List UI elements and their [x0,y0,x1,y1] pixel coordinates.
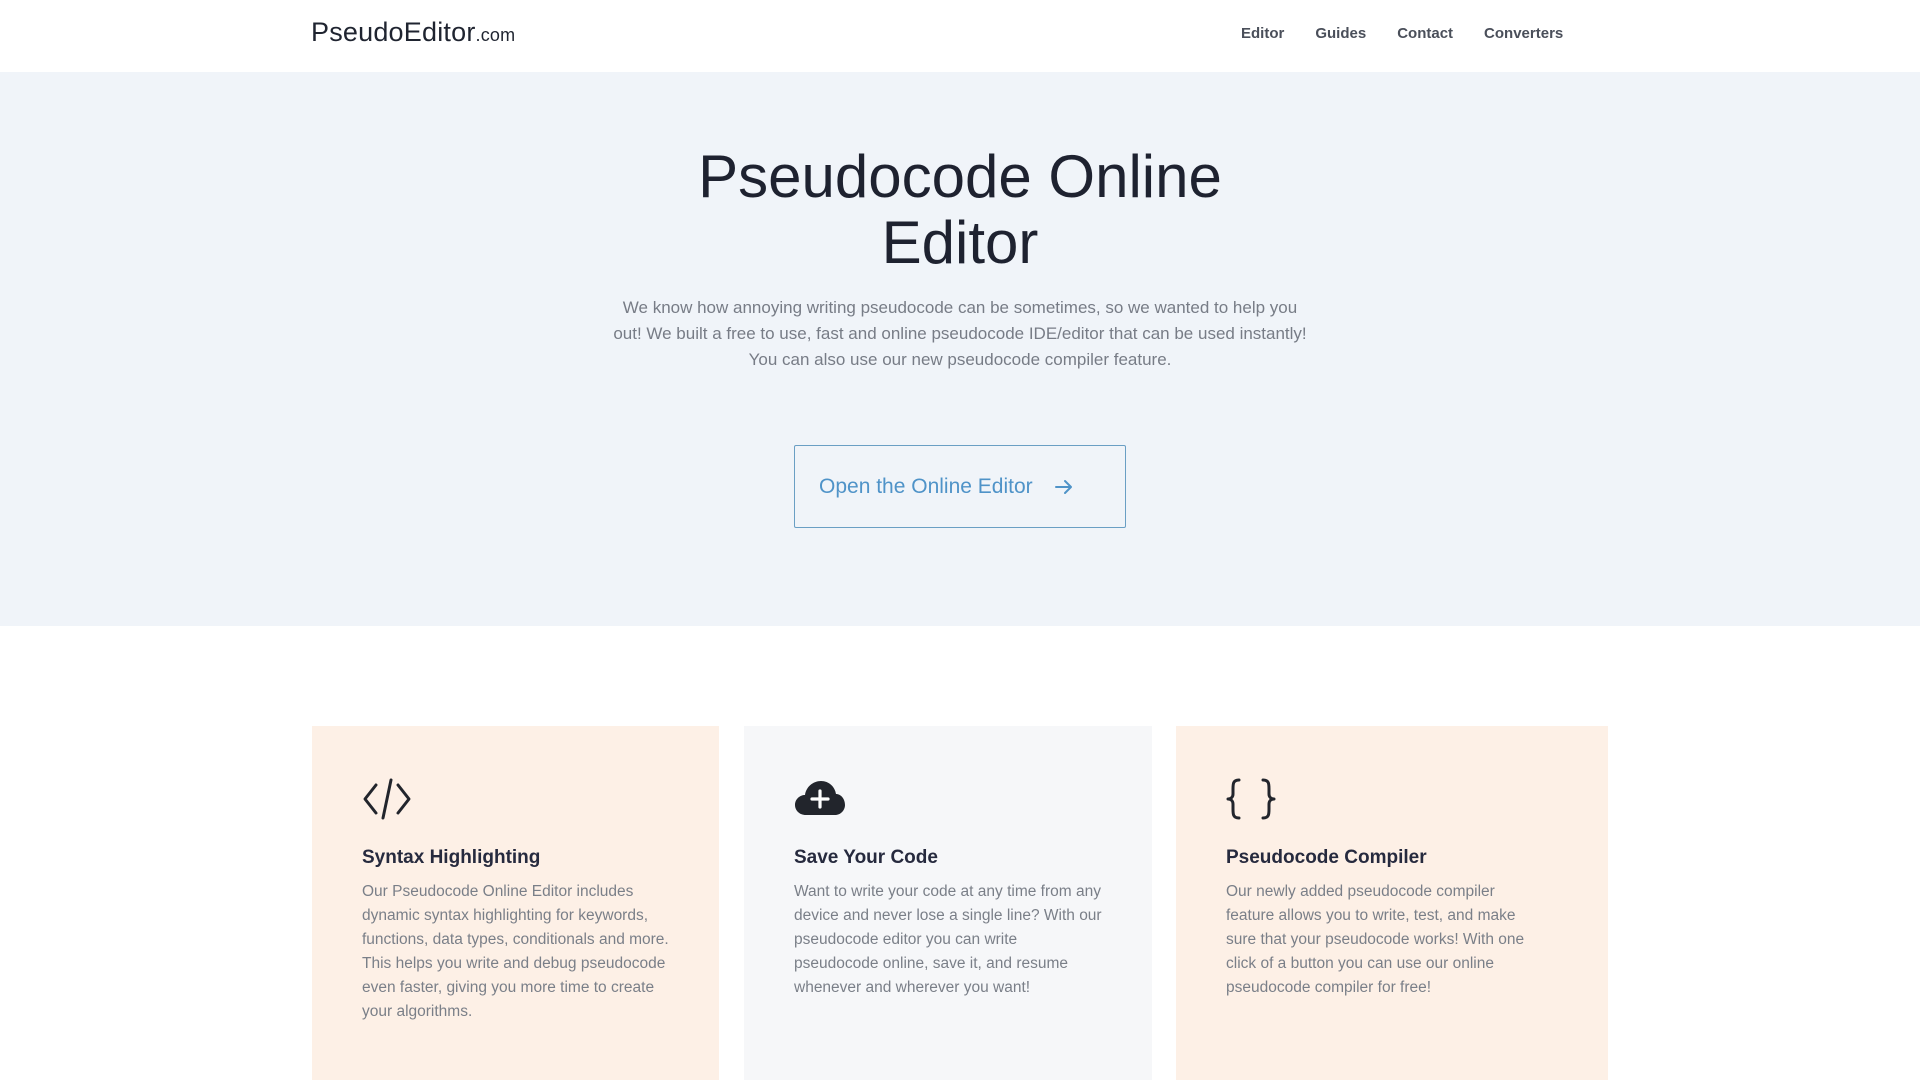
site-logo[interactable]: PseudoEditor.com [311,17,515,48]
nav-link-converters[interactable]: Converters [1484,25,1563,42]
hero-title: Pseudocode Online Editor [560,144,1360,276]
hero-title-line1: Pseudocode Online [698,143,1222,210]
nav-link-contact[interactable]: Contact [1397,25,1453,42]
top-navigation-bar: PseudoEditor.com Editor Guides Contact C… [0,0,1920,72]
feature-card-syntax-highlighting: Syntax Highlighting Our Pseudocode Onlin… [312,726,719,1080]
nav-link-editor[interactable]: Editor [1241,25,1284,42]
feature-text: Our newly added pseudocode compiler feat… [1226,883,1525,996]
open-editor-button[interactable]: Open the Online Editor [794,445,1126,528]
feature-text: Want to write your code at any time from… [794,883,1102,996]
cloud-plus-icon [794,776,1102,822]
code-brackets-icon [362,776,669,822]
feature-title: Pseudocode Compiler [1226,847,1427,868]
feature-title: Syntax Highlighting [362,847,541,868]
logo-main-text: PseudoEditor [311,17,476,47]
feature-card-pseudocode-compiler: Pseudocode Compiler Our newly added pseu… [1176,726,1608,1080]
hero-description: We know how annoying writing pseudocode … [613,298,1307,369]
curly-braces-icon [1226,776,1558,822]
hero-section: Pseudocode Online Editor We know how ann… [0,72,1920,626]
arrow-right-icon [1054,479,1073,495]
hero-title-line2: Editor [881,209,1039,276]
feature-title: Save Your Code [794,847,938,868]
nav-link-guides[interactable]: Guides [1315,25,1366,42]
logo-tld-text: .com [475,25,516,45]
feature-text: Our Pseudocode Online Editor includes dy… [362,883,669,1020]
main-nav: Editor Guides Contact Converters [1241,25,1563,42]
open-editor-button-label: Open the Online Editor [819,474,1033,498]
feature-card-save-your-code: Save Your Code Want to write your code a… [744,726,1152,1080]
